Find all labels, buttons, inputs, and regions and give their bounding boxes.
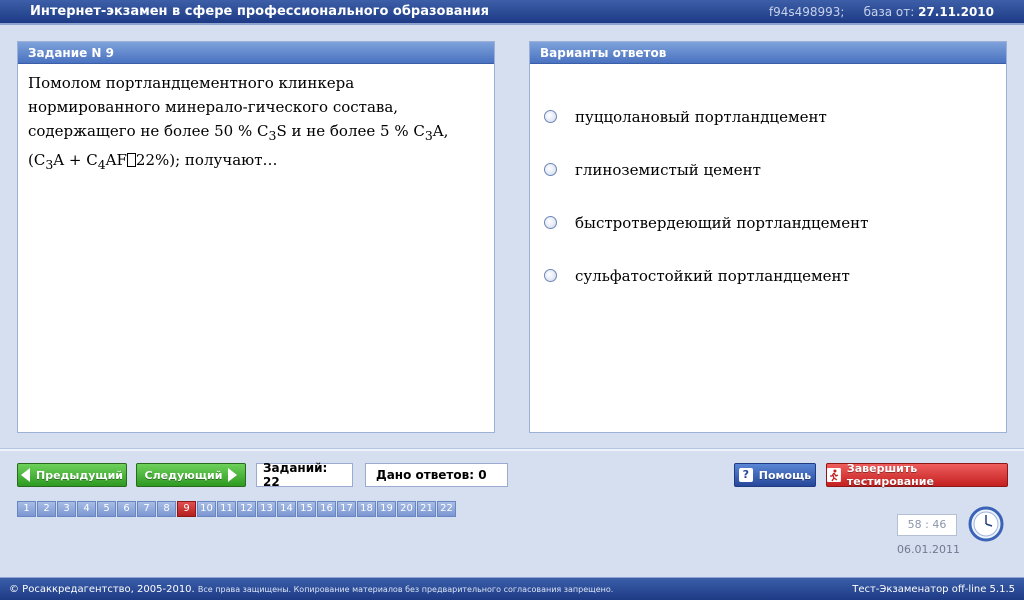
radio-button[interactable] <box>544 216 557 229</box>
page-button[interactable]: 12 <box>237 501 256 517</box>
help-label: Помощь <box>758 468 812 482</box>
missing-glyph-box <box>126 153 136 167</box>
page-button[interactable]: 16 <box>317 501 336 517</box>
base-date: 27.11.2010 <box>918 4 994 19</box>
footer-bar: © Росаккредагентство, 2005-2010. Все пра… <box>0 577 1024 600</box>
task-text-segment: 22%); получают… <box>135 151 278 169</box>
running-man-icon <box>827 468 841 482</box>
page-button[interactable]: 21 <box>417 501 436 517</box>
subscript: 4 <box>97 157 106 172</box>
task-line-1: Помолом портландцементного клинкера <box>28 74 355 92</box>
answer-option[interactable]: сульфатостойкий портландцемент <box>530 249 1006 302</box>
answer-label: сульфатостойкий портландцемент <box>575 266 850 285</box>
task-text-segment: AF <box>105 151 127 169</box>
page-button[interactable]: 13 <box>257 501 276 517</box>
page-button[interactable]: 11 <box>217 501 236 517</box>
answer-label: пуццолановый портландцемент <box>575 107 827 126</box>
answer-label: быстротвердеющий портландцемент <box>575 213 869 232</box>
task-question: Помолом портландцементного клинкера норм… <box>18 64 494 184</box>
page-button[interactable]: 15 <box>297 501 316 517</box>
session-info: f94s498993; база от: 27.11.2010 <box>769 5 994 19</box>
app-version: Тест-Экзаменатор off-line 5.1.5 <box>852 583 1015 595</box>
tasks-counter: Заданий: 22 <box>256 461 353 489</box>
page-button[interactable]: 22 <box>437 501 456 517</box>
page-button[interactable]: 17 <box>337 501 356 517</box>
footer-copyright: © Росаккредагентство, 2005-2010. Все пра… <box>9 584 613 595</box>
task-panel: Задание N 9 Помолом портландцементного к… <box>17 41 495 433</box>
page-button[interactable]: 10 <box>197 501 216 517</box>
radio-button[interactable] <box>544 110 557 123</box>
page-button[interactable]: 6 <box>117 501 136 517</box>
radio-button[interactable] <box>544 163 557 176</box>
page-button[interactable]: 7 <box>137 501 156 517</box>
finish-label: Завершить тестирование <box>846 462 934 488</box>
page-button[interactable]: 4 <box>77 501 96 517</box>
page-button[interactable]: 14 <box>277 501 296 517</box>
answer-label: глиноземистый цемент <box>575 160 761 179</box>
task-line-4: (C3A + C4AF 22%); получают… <box>28 148 484 177</box>
clock-icon <box>968 506 1004 542</box>
answer-list: пуццолановый портландцемент глиноземисты… <box>530 64 1006 302</box>
previous-button[interactable]: Предыдущий <box>17 463 127 487</box>
answer-option[interactable]: глиноземистый цемент <box>530 143 1006 196</box>
task-header: Задание N 9 <box>18 42 494 64</box>
session-id: f94s498993; <box>768 4 845 19</box>
toolbar-divider <box>0 448 1024 451</box>
page-button[interactable]: 19 <box>377 501 396 517</box>
answer-option[interactable]: быстротвердеющий портландцемент <box>530 196 1006 249</box>
page-button[interactable]: 2 <box>37 501 56 517</box>
help-button[interactable]: ? Помощь <box>734 463 816 487</box>
finish-test-button[interactable]: Завершить тестирование <box>826 462 1008 488</box>
task-line-3: содержащего не более 50 % C 3S и не более… <box>28 119 484 148</box>
task-text-segment: (C <box>28 151 46 169</box>
answers-header: Варианты ответов <box>530 42 1006 64</box>
title-bar: Интернет-экзамен в сфере профессионально… <box>0 0 1024 25</box>
page-button[interactable]: 8 <box>157 501 176 517</box>
task-text-segment: содержащего не более 50 % C <box>28 122 269 140</box>
page-button[interactable]: 9 <box>177 501 196 517</box>
answer-option[interactable]: пуццолановый портландцемент <box>530 90 1006 143</box>
task-text-segment: A + C <box>53 151 98 169</box>
next-button[interactable]: Следующий <box>136 463 246 487</box>
task-text-segment: S и не более 5 % C <box>276 122 425 140</box>
task-pager: 1 2 3 4 5 6 7 8 9 10 11 12 13 14 15 16 17 18 19 20 21 22 <box>17 501 457 517</box>
arrow-right-icon <box>228 468 238 482</box>
page-button[interactable]: 1 <box>17 501 36 517</box>
radio-button[interactable] <box>544 269 557 282</box>
task-text-segment: A, <box>432 122 449 140</box>
subscript: 3 <box>424 128 433 143</box>
app-title: Интернет-экзамен в сфере профессионально… <box>30 4 489 19</box>
current-date: 06.01.2011 <box>897 543 960 556</box>
page-button[interactable]: 5 <box>97 501 116 517</box>
arrow-left-icon <box>20 468 30 482</box>
next-label: Следующий <box>144 468 223 482</box>
copyright-text: © Росаккредагентство, 2005-2010. <box>9 583 195 595</box>
previous-label: Предыдущий <box>35 468 123 482</box>
page-button[interactable]: 18 <box>357 501 376 517</box>
page-button[interactable]: 20 <box>397 501 416 517</box>
task-line-2: нормированного минерало-гического состав… <box>28 98 399 116</box>
answers-counter: Дано ответов: 0 <box>365 463 508 487</box>
help-icon: ? <box>738 468 753 482</box>
base-label: база от: <box>863 4 915 19</box>
copyright-notice: Все права защищены. Копирование материал… <box>197 584 614 594</box>
timer-display: 58 : 46 <box>897 514 957 536</box>
page-button[interactable]: 3 <box>57 501 76 517</box>
answers-panel: Варианты ответов пуццолановый портландце… <box>529 41 1007 433</box>
